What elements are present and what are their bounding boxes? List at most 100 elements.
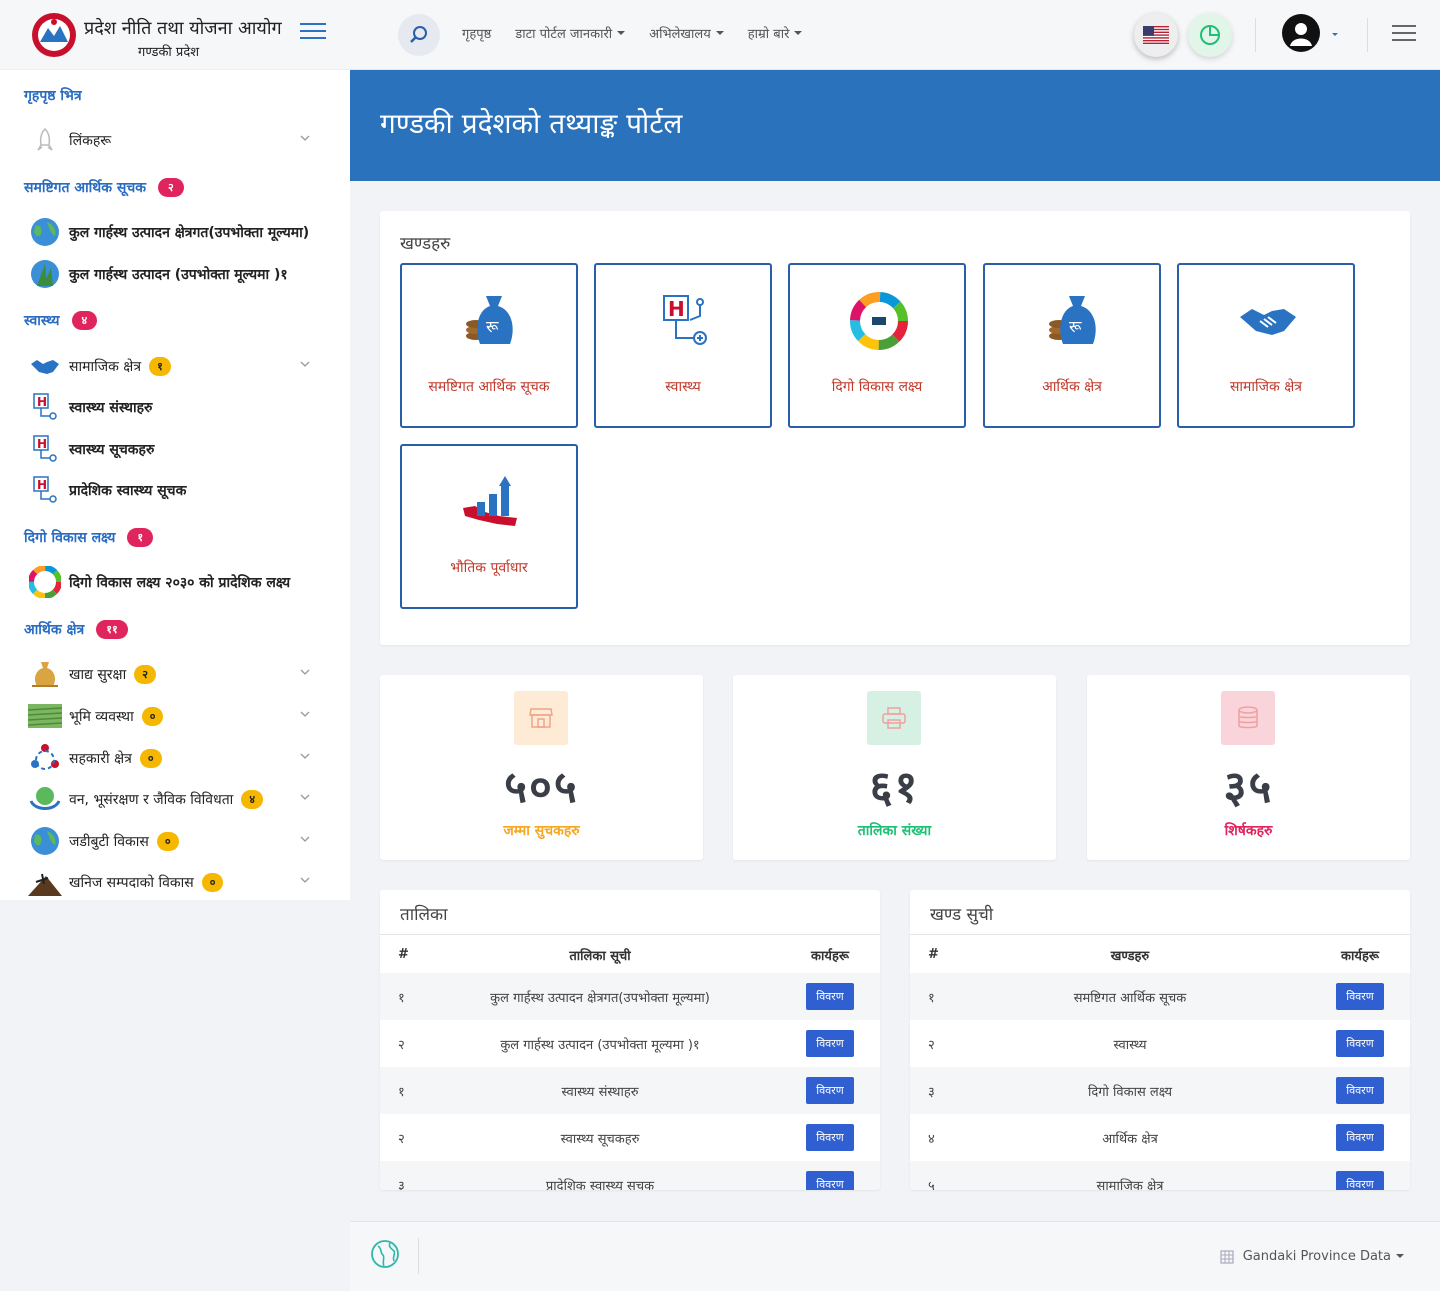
building-icon <box>1220 1250 1234 1264</box>
section-tile-economic[interactable]: रू आर्थिक क्षेत्र <box>983 263 1161 428</box>
globe-icon[interactable] <box>370 1239 400 1269</box>
hands-earth-icon <box>28 782 62 816</box>
hospital-icon: H <box>28 432 62 466</box>
sidebar-item-gdp-consumer[interactable]: कुल गार्हस्थ उत्पादन (उपभोक्ता मूल्यमा )… <box>28 256 328 292</box>
sidebar-item-food-security[interactable]: खाद्य सुरक्षा २ <box>28 656 328 692</box>
nav-home[interactable]: गृहपृष्ठ <box>462 24 491 42</box>
globe-icon <box>28 215 62 249</box>
sidebar-item-forest-conservation[interactable]: वन, भूसंरक्षण र जैविक विविधता ४ <box>28 781 328 817</box>
money-bag-icon: रू <box>461 291 521 351</box>
nav-data-portal[interactable]: डाटा पोर्टल जानकारी <box>515 24 626 42</box>
details-button[interactable]: विवरण <box>1336 1077 1384 1104</box>
dashboard-chart-button[interactable] <box>1188 13 1232 57</box>
sidebar-item-gdp-sectoral[interactable]: कुल गार्हस्थ उत्पादन क्षेत्रगत(उपभोक्ता … <box>28 214 328 250</box>
sdg-wheel-icon <box>28 565 62 599</box>
section-tile-health[interactable]: H स्वास्थ्य <box>594 263 772 428</box>
sidebar-item-sdg-2030[interactable]: दिगो विकास लक्ष्य २०३० को प्रादेशिक लक्ष… <box>28 564 328 600</box>
details-button[interactable]: विवरण <box>806 1030 854 1057</box>
col-header: # <box>928 947 939 962</box>
details-button[interactable]: विवरण <box>1336 1030 1384 1057</box>
tables-list-card: तालिका # तालिका सूची कार्यहरू १ कुल गार्ह… <box>380 890 880 1190</box>
sidebar-item-social-sector[interactable]: सामाजिक क्षेत्र १ <box>28 348 328 384</box>
caret-down-icon <box>617 31 626 35</box>
col-header: # <box>398 947 409 962</box>
section-tile-infrastructure[interactable]: भौतिक पूर्वाधार <box>400 444 578 609</box>
section-tile-sdg[interactable]: दिगो विकास लक्ष्य <box>788 263 966 428</box>
sidebar-item-label: सहकारी क्षेत्र <box>69 750 132 767</box>
caret-down-icon[interactable] <box>1332 33 1338 36</box>
nav-archive[interactable]: अभिलेखालय <box>649 24 724 42</box>
cell-name: आर्थिक क्षेत्र <box>1102 1131 1158 1147</box>
col-header: कार्यहरू <box>1341 948 1379 964</box>
search-icon <box>410 26 427 43</box>
table-header: # तालिका सूची कार्यहरू <box>380 934 880 974</box>
details-button[interactable]: विवरण <box>1336 1124 1384 1151</box>
sidebar-item-health-indicators[interactable]: H स्वास्थ्य सूचकहरु <box>28 431 328 467</box>
menu-toggle[interactable] <box>1392 25 1416 41</box>
cell-name: समष्टिगत आर्थिक सूचक <box>1073 990 1187 1006</box>
stat-card-tables: ६१ तालिका संख्या <box>733 675 1056 860</box>
money-bag-icon: रू <box>1044 291 1104 351</box>
stat-label: तालिका संख्या <box>857 823 932 839</box>
nav-data-portal-label: डाटा पोर्टल जानकारी <box>515 27 613 42</box>
page-title: गण्डकी प्रदेशको तथ्याङ्क पोर्टल <box>380 107 683 140</box>
sidebar-item-herbs[interactable]: जडीबुटी विकास ० <box>28 823 328 859</box>
data-source-selector[interactable]: Gandaki Province Data <box>1219 1248 1404 1264</box>
chevron-down-icon <box>300 669 310 675</box>
user-avatar[interactable] <box>1282 14 1320 52</box>
cell-name: दिगो विकास लक्ष्य <box>1087 1084 1173 1100</box>
sidebar-item-land-management[interactable]: भूमि व्यवस्था ० <box>28 698 328 734</box>
government-emblem-logo <box>32 13 76 57</box>
sidebar-item-provincial-health[interactable]: H प्रादेशिक स्वास्थ्य सूचक <box>28 472 328 508</box>
section-macro-heading: समष्टिगत आर्थिक सूचक २ <box>24 178 184 197</box>
sidebar-item-health-institutions[interactable]: H स्वास्थ्य संस्थाहरु <box>28 389 328 425</box>
data-source-label: Gandaki Province Data <box>1242 1248 1391 1264</box>
table-title: तालिका <box>400 905 448 925</box>
cell-index: १ <box>398 990 405 1006</box>
col-header: कार्यहरू <box>811 948 849 964</box>
details-button[interactable]: विवरण <box>806 1124 854 1151</box>
stat-card-titles: ३५ शिर्षकहरु <box>1087 675 1410 860</box>
count-badge: १ <box>127 528 154 547</box>
table-row: १ स्वास्थ्य संस्थाहरु विवरण <box>380 1067 880 1114</box>
table-row: २ कुल गार्हस्थ उत्पादन (उपभोक्ता मूल्यमा … <box>380 1020 880 1067</box>
language-switch-button[interactable] <box>1134 13 1178 57</box>
sidebar-item-links[interactable]: लिंकहरू <box>28 122 328 158</box>
brand-title: प्रदेश नीति तथा योजना आयोग <box>84 18 282 39</box>
tile-label: स्वास्थ्य <box>665 379 701 395</box>
section-health-heading: स्वास्थ्य ४ <box>24 311 98 330</box>
cell-index: २ <box>398 1037 405 1053</box>
section-home-label: गृहपृष्ठ भित्र <box>24 88 82 104</box>
brand-subtitle: गण्डकी प्रदेश <box>138 45 200 60</box>
sidebar-menu-toggle[interactable] <box>300 23 326 41</box>
svg-text:H: H <box>668 297 685 321</box>
svg-text:H: H <box>37 395 47 409</box>
details-button[interactable]: विवरण <box>1336 983 1384 1010</box>
details-button[interactable]: विवरण <box>806 983 854 1010</box>
section-econ-label: आर्थिक क्षेत्र <box>24 622 85 638</box>
sidebar-item-label: वन, भूसंरक्षण र जैविक विविधता <box>69 791 234 808</box>
count-badge: १ <box>149 356 171 376</box>
chevron-down-icon <box>300 794 310 800</box>
section-tile-macro[interactable]: रू समष्टिगत आर्थिक सूचक <box>400 263 578 428</box>
sidebar-item-minerals[interactable]: खनिज सम्पदाको विकास ० <box>28 864 328 900</box>
section-tile-social[interactable]: सामाजिक क्षेत्र <box>1177 263 1355 428</box>
divider <box>1255 18 1256 52</box>
details-button[interactable]: विवरण <box>806 1077 854 1104</box>
stat-card-indicators: ५०५ जम्मा सुचकहरु <box>380 675 703 860</box>
page-banner: गण्डकी प्रदेशको तथ्याङ्क पोर्टल <box>350 70 1440 181</box>
section-home-heading: गृहपृष्ठ भित्र <box>24 86 82 105</box>
table-row: ४ आर्थिक क्षेत्र विवरण <box>910 1114 1410 1161</box>
handshake-icon <box>1238 291 1298 351</box>
cell-index: १ <box>398 1084 405 1100</box>
section-sdg-heading: दिगो विकास लक्ष्य १ <box>24 528 154 547</box>
table-row: ३ प्रादेशिक स्वास्थ्य सूचक विवरण <box>380 1161 880 1190</box>
details-button[interactable]: विवरण <box>1336 1171 1384 1190</box>
search-button[interactable] <box>398 14 440 56</box>
cell-index: २ <box>928 1037 935 1053</box>
tile-label: सामाजिक क्षेत्र <box>1229 379 1303 395</box>
sidebar-item-cooperative[interactable]: सहकारी क्षेत्र ० <box>28 740 328 776</box>
count-badge: ० <box>139 748 162 768</box>
nav-about[interactable]: हाम्रो बारे <box>748 24 803 42</box>
details-button[interactable]: विवरण <box>806 1171 854 1190</box>
